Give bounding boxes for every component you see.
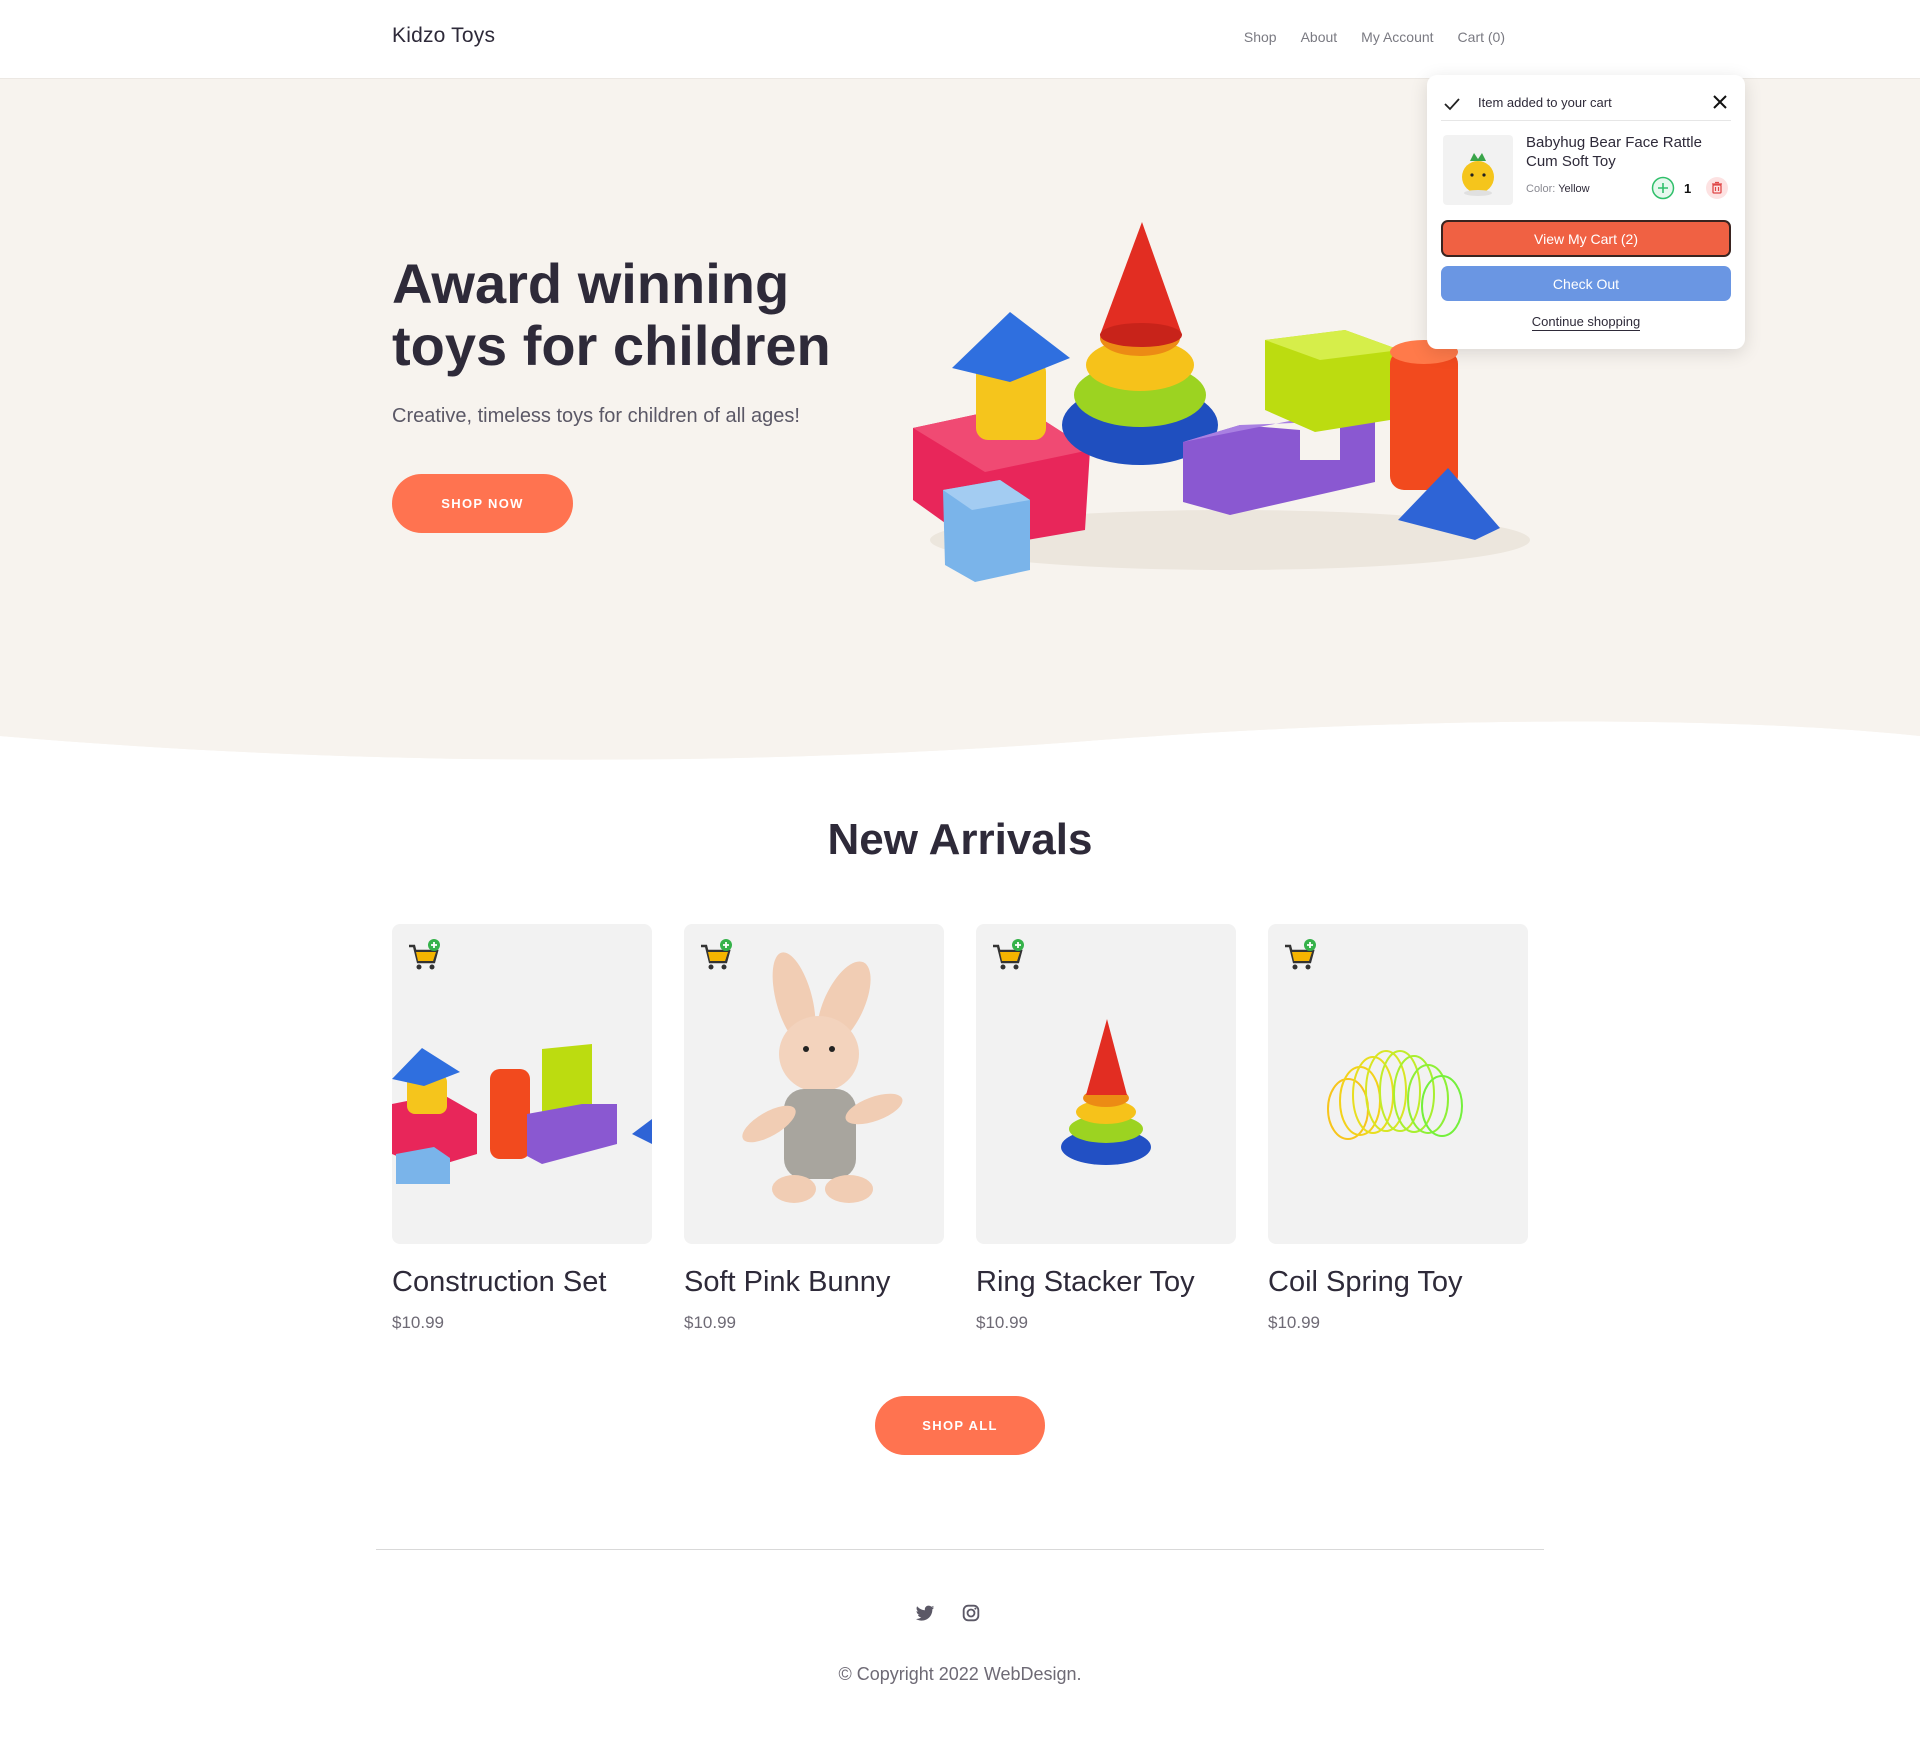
new-arrivals-title: New Arrivals	[827, 815, 1093, 864]
view-cart-button[interactable]: View My Cart (2)	[1441, 220, 1731, 257]
color-value: Yellow	[1558, 183, 1590, 195]
nav-my-account[interactable]: My Account	[1361, 29, 1433, 45]
hero-title: Award winning toys for children	[392, 252, 831, 377]
product-name[interactable]: Coil Spring Toy	[1268, 1266, 1528, 1299]
add-to-cart-icon[interactable]	[990, 938, 1026, 974]
coil-spring-image	[1327, 1050, 1463, 1140]
product-name[interactable]: Ring Stacker Toy	[976, 1266, 1236, 1299]
bear-rattle-image	[1462, 153, 1494, 196]
product-card[interactable]: Soft Pink Bunny $10.99	[684, 924, 944, 1333]
color-label: Color:	[1526, 183, 1556, 195]
product-name[interactable]: Construction Set	[392, 1266, 652, 1299]
hero-subtitle: Creative, timeless toys for children of …	[392, 405, 800, 427]
cart-added-popup: Item added to your cart Babyhug Bear Fac…	[1427, 75, 1745, 349]
main-nav: Shop About My Account Cart (0)	[1244, 29, 1505, 45]
cart-item-name: Babyhug Bear Face Rattle Cum Soft Toy	[1526, 134, 1702, 170]
cart-item-quantity: 1	[1684, 181, 1692, 196]
close-icon[interactable]	[1709, 91, 1731, 113]
popup-header: Item added to your cart	[1441, 89, 1731, 121]
hero-wave-divider	[0, 700, 1920, 780]
bunny-image	[742, 952, 903, 1203]
shop-all-button[interactable]: SHOP ALL	[875, 1396, 1045, 1455]
product-image[interactable]	[392, 924, 652, 1244]
product-price: $10.99	[684, 1313, 736, 1332]
increase-quantity-button[interactable]	[1651, 176, 1675, 200]
nav-shop[interactable]: Shop	[1244, 29, 1277, 45]
nav-about[interactable]: About	[1301, 29, 1338, 45]
twitter-icon[interactable]	[914, 1602, 936, 1624]
footer-divider	[376, 1549, 1544, 1550]
brand-logo[interactable]: Kidzo Toys	[392, 24, 495, 48]
nav-cart[interactable]: Cart (0)	[1458, 29, 1505, 45]
checkout-button[interactable]: Check Out	[1441, 266, 1731, 301]
product-price: $10.99	[392, 1313, 444, 1332]
ring-stacker-image	[1061, 1019, 1151, 1165]
add-to-cart-icon[interactable]	[1282, 938, 1318, 974]
cart-item-thumbnail	[1443, 135, 1513, 205]
popup-message: Item added to your cart	[1478, 95, 1612, 110]
cart-item-color: Color: Yellow	[1526, 183, 1590, 195]
instagram-icon[interactable]	[960, 1602, 982, 1624]
product-card[interactable]: Coil Spring Toy $10.99	[1268, 924, 1528, 1333]
product-image[interactable]	[976, 924, 1236, 1244]
product-price: $10.99	[976, 1313, 1028, 1332]
continue-shopping-link[interactable]: Continue shopping	[1531, 314, 1641, 331]
check-icon	[1444, 98, 1460, 111]
site-header: Kidzo Toys Shop About My Account Cart (0…	[0, 0, 1920, 79]
add-to-cart-icon[interactable]	[406, 938, 442, 974]
product-image[interactable]	[1268, 924, 1528, 1244]
shop-now-button[interactable]: SHOP NOW	[392, 474, 573, 533]
product-name[interactable]: Soft Pink Bunny	[684, 1266, 944, 1299]
copyright-text: © Copyright 2022 WebDesign.	[838, 1664, 1082, 1684]
product-price: $10.99	[1268, 1313, 1320, 1332]
product-image[interactable]	[684, 924, 944, 1244]
product-card[interactable]: Construction Set $10.99	[392, 924, 652, 1333]
trash-icon[interactable]	[1705, 176, 1729, 200]
construction-set-image	[392, 1044, 652, 1184]
continue-shopping-wrap: Continue shopping	[1427, 314, 1745, 331]
product-card[interactable]: Ring Stacker Toy $10.99	[976, 924, 1236, 1333]
